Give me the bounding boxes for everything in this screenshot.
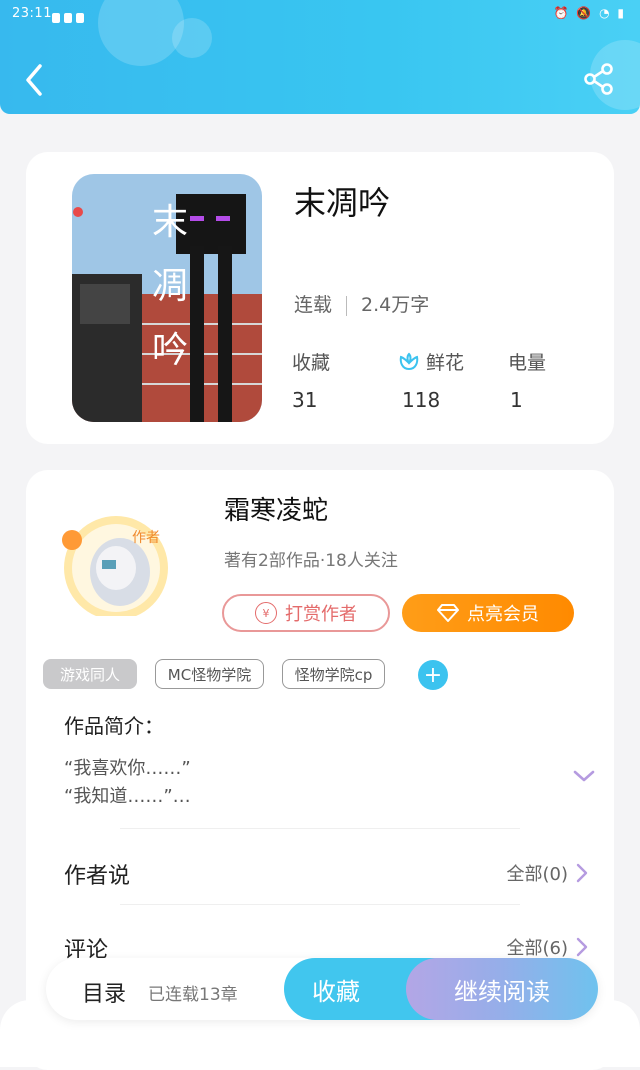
chevron-right-icon <box>576 863 588 883</box>
word-count: 2.4万字 <box>361 294 430 316</box>
plus-icon: + <box>423 662 443 688</box>
cover-illustration: 末 凋 吟 <box>72 174 262 422</box>
tip-author-button[interactable]: ¥ 打赏作者 <box>222 594 390 632</box>
stat-value-collect: 31 <box>292 388 318 412</box>
stat-value-power: 1 <box>510 388 523 412</box>
yen-icon: ¥ <box>255 602 277 624</box>
author-meta: 著有2部作品·18人关注 <box>224 551 398 571</box>
stat-label-collect: 收藏 <box>292 352 331 374</box>
chapter-count: 已连载13章 <box>148 985 238 1005</box>
author-says-count: 全部(0) <box>506 864 569 885</box>
author-avatar[interactable]: 作者 <box>54 512 188 620</box>
book-status-line: 连载 2.4万字 <box>294 290 429 317</box>
cover-title-char: 吟 <box>152 330 188 371</box>
tag-item[interactable]: 游戏同人 <box>43 659 137 689</box>
intro-title: 作品简介： <box>64 714 164 738</box>
stat-flowers[interactable]: 鲜花 <box>398 348 464 375</box>
divider <box>346 295 348 316</box>
tag-item[interactable]: MC怪物学院 <box>155 659 264 689</box>
share-icon[interactable] <box>582 62 616 96</box>
favorite-label: 收藏 <box>312 977 360 1006</box>
continue-reading-button[interactable]: 继续阅读 <box>406 958 598 1020</box>
book-cover[interactable]: 末 凋 吟 <box>72 174 262 422</box>
book-title: 末凋吟 <box>294 184 391 222</box>
continue-reading-label: 继续阅读 <box>454 977 550 1006</box>
back-arrow-icon[interactable] <box>22 62 48 98</box>
intro-line: “我喜欢你……” <box>64 758 191 779</box>
cover-title-char: 末 <box>152 202 188 243</box>
vip-button[interactable]: 点亮会员 <box>402 594 574 632</box>
avatar-illustration: 作者 <box>62 516 168 620</box>
cover-title-char: 凋 <box>152 266 188 307</box>
comments-all-link[interactable]: 全部(6) <box>507 934 589 960</box>
stat-label-flowers: 鲜花 <box>426 352 465 374</box>
toc-button[interactable]: 目录 <box>82 976 126 1008</box>
decor-bubble <box>98 0 184 66</box>
chevron-down-icon[interactable] <box>572 768 596 784</box>
avatar-badge: 作者 <box>132 530 160 546</box>
flower-icon <box>399 352 419 371</box>
tag-item[interactable]: 怪物学院cp <box>282 659 385 689</box>
stat-value-flowers: 118 <box>402 388 441 412</box>
top-header <box>0 0 640 114</box>
tip-author-label: 打赏作者 <box>285 604 357 625</box>
divider <box>120 904 520 905</box>
author-name[interactable]: 霜寒凌蛇 <box>224 490 328 527</box>
intro-line: “我知道……”… <box>64 786 191 807</box>
author-says-all-link[interactable]: 全部(0) <box>507 860 589 886</box>
chevron-right-icon <box>576 937 588 957</box>
status-system-icons: ⏰ 🔕 ◔ ▮ <box>553 6 626 20</box>
diamond-icon <box>437 604 459 622</box>
serial-status: 连载 <box>294 294 333 316</box>
comments-count: 全部(6) <box>506 938 569 959</box>
decor-bubble <box>172 18 212 58</box>
status-time: 23:11 <box>12 6 52 21</box>
add-tag-button[interactable]: + <box>418 660 448 690</box>
author-says-title: 作者说 <box>64 864 131 889</box>
vip-label: 点亮会员 <box>467 604 539 625</box>
stat-label-power: 电量 <box>508 352 547 374</box>
status-notification-icons <box>52 8 88 27</box>
divider <box>120 828 520 829</box>
